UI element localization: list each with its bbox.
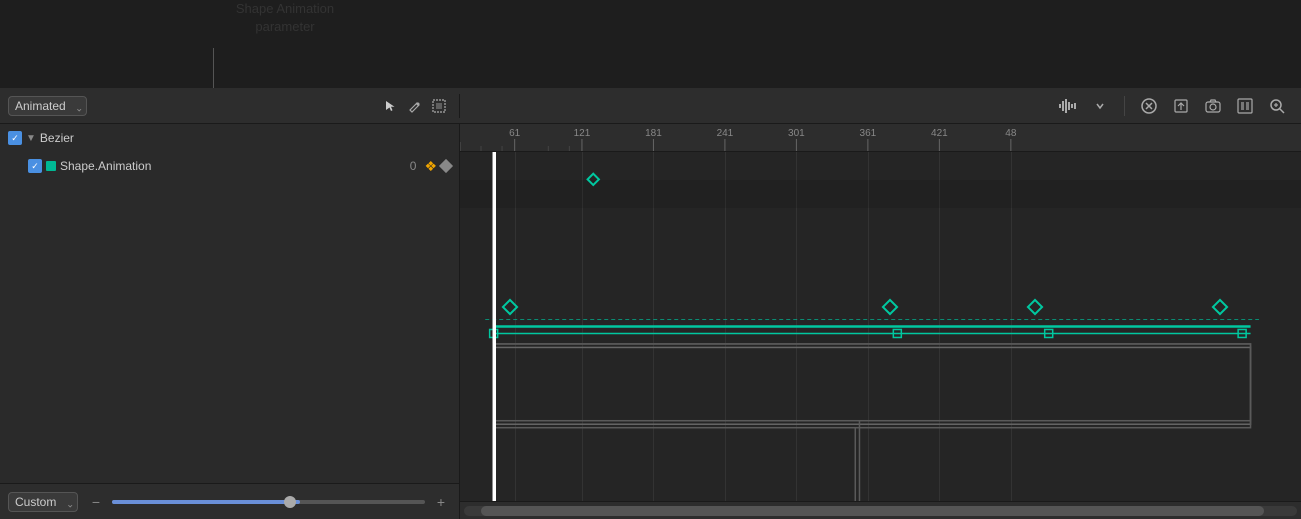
bottom-bar-left: Custom − + — [0, 483, 459, 519]
playhead[interactable] — [494, 152, 496, 501]
trim-icon[interactable] — [1233, 94, 1257, 118]
layer-list: ▼ Bezier Shape.Animation 0 ❖ — [0, 124, 459, 483]
shape-animation-dot — [46, 161, 56, 171]
scrollbar-track[interactable] — [464, 506, 1297, 516]
zoom-slider[interactable] — [112, 500, 425, 504]
pen-tool-button[interactable] — [403, 94, 427, 118]
svg-text:61: 61 — [509, 128, 521, 139]
zoom-in-button[interactable]: + — [431, 492, 451, 512]
top-annotation-label: Shape Animation parameter — [220, 0, 350, 36]
svg-text:241: 241 — [717, 128, 734, 139]
select-tool-button[interactable] — [379, 94, 403, 118]
transform-tool-button[interactable] — [427, 94, 451, 118]
svg-text:421: 421 — [931, 128, 948, 139]
svg-text:361: 361 — [860, 128, 877, 139]
animated-select-wrapper[interactable]: Animated All Modified — [8, 96, 87, 116]
bezier-layer-name: Bezier — [40, 131, 451, 145]
animated-select[interactable]: Animated All Modified — [8, 96, 87, 116]
toolbar-right — [460, 94, 1301, 118]
camera-icon[interactable] — [1201, 94, 1225, 118]
zoom-slider-track — [112, 500, 300, 504]
toolbar-left: Animated All Modified — [0, 94, 460, 118]
svg-text:121: 121 — [574, 128, 591, 139]
keyframe-arrow-icon[interactable]: ❖ — [424, 158, 437, 175]
svg-text:48: 48 — [1005, 128, 1017, 139]
svg-text:301: 301 — [788, 128, 805, 139]
zoom-fit-icon[interactable] — [1265, 94, 1289, 118]
bezier-expand-icon[interactable]: ▼ — [26, 133, 36, 144]
export-icon[interactable] — [1169, 94, 1193, 118]
zoom-slider-thumb[interactable] — [284, 496, 296, 508]
chevron-down-icon[interactable] — [1088, 94, 1112, 118]
timeline-ruler: 61 121 181 241 301 361 421 48 — [460, 124, 1301, 152]
timeline-content — [460, 152, 1301, 501]
zoom-out-button[interactable]: − — [86, 492, 106, 512]
custom-select-wrapper[interactable]: Custom — [8, 492, 78, 512]
svg-text:181: 181 — [645, 128, 662, 139]
close-circle-icon[interactable] — [1137, 94, 1161, 118]
custom-select[interactable]: Custom — [8, 492, 78, 512]
bezier-timeline-row — [460, 152, 1301, 180]
waveform-icon[interactable] — [1056, 94, 1080, 118]
separator-1 — [1124, 96, 1125, 116]
keyframe-value: 0 — [410, 159, 417, 173]
timeline-scrollbar[interactable] — [460, 501, 1301, 519]
toolbar: Animated All Modified — [0, 88, 1301, 124]
left-panel: ▼ Bezier Shape.Animation 0 ❖ Custom — [0, 124, 460, 519]
bezier-checkbox[interactable] — [8, 131, 22, 145]
scrollbar-thumb[interactable] — [481, 506, 1264, 516]
shape-animation-checkbox[interactable] — [28, 159, 42, 173]
main-content: ▼ Bezier Shape.Animation 0 ❖ Custom — [0, 124, 1301, 519]
keyframe-diamond-icon[interactable] — [439, 159, 453, 173]
shape-animation-name: Shape.Animation — [60, 159, 406, 173]
shape-animation-layer-item[interactable]: Shape.Animation 0 ❖ — [0, 152, 459, 180]
timeline-panel: 61 121 181 241 301 361 421 48 — [460, 124, 1301, 519]
main-ui: Animated All Modified — [0, 88, 1301, 519]
bezier-layer-item[interactable]: ▼ Bezier — [0, 124, 459, 152]
shape-animation-timeline-row — [460, 180, 1301, 208]
